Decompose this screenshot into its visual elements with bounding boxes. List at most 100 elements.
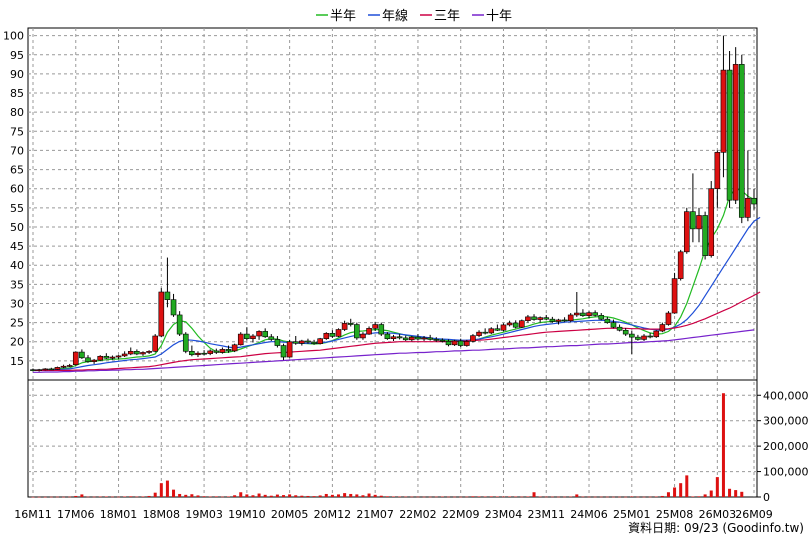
volume-bar <box>709 490 713 497</box>
candle-body <box>598 315 605 320</box>
candle-body <box>531 316 537 320</box>
candle-body <box>671 278 678 314</box>
candle-body <box>335 329 342 337</box>
candle-body <box>305 340 311 343</box>
candle-body <box>628 333 635 338</box>
volume-bar <box>715 477 719 497</box>
candle-body <box>323 333 330 339</box>
ma-line-年線 <box>33 216 761 371</box>
volume-bar <box>275 494 279 497</box>
volume-bar <box>428 496 432 498</box>
candle-body <box>42 368 49 371</box>
candle-body <box>580 312 586 317</box>
price-tick-label: 15 <box>10 355 24 368</box>
volume-bar <box>495 496 499 498</box>
legend-label: 年線 <box>382 8 408 24</box>
candle-body <box>146 351 152 353</box>
volume-bar <box>190 494 194 497</box>
volume-tick-label: 200,000 <box>763 440 808 453</box>
candle-body <box>158 291 165 337</box>
candle-body <box>219 349 226 353</box>
candle-body <box>262 331 268 338</box>
volume-bar <box>288 494 292 497</box>
candle-body <box>738 64 745 218</box>
price-tick-label: 45 <box>10 240 24 253</box>
candle-body <box>372 324 378 329</box>
candle-body <box>189 351 195 356</box>
volume-bar <box>123 496 127 498</box>
volume-bar <box>110 496 114 498</box>
price-tick-label: 40 <box>10 259 24 272</box>
candle-body <box>170 299 177 316</box>
candle-body <box>464 341 470 346</box>
volume-bar <box>410 496 414 498</box>
candle-body <box>457 340 464 346</box>
candle-body <box>616 326 623 331</box>
volume-bar <box>550 496 554 498</box>
volume-bar <box>514 496 518 498</box>
volume-bar <box>300 495 304 497</box>
candle-body <box>195 352 201 356</box>
price-tick-label: 65 <box>10 164 24 177</box>
volume-bar <box>159 483 163 497</box>
candle-body <box>555 319 562 322</box>
volume-bar <box>153 492 157 497</box>
price-tick-label: 50 <box>10 221 24 234</box>
candle-body <box>299 340 305 344</box>
volume-bar <box>196 495 200 497</box>
candle-body <box>726 69 733 201</box>
time-tick-label: 18M08 <box>143 508 181 521</box>
candle-body <box>604 318 611 323</box>
candle-body <box>720 69 727 153</box>
volume-bar <box>446 496 450 498</box>
candle-body <box>109 356 116 359</box>
candle-body <box>292 341 299 344</box>
candle-body <box>415 336 421 340</box>
volume-bar <box>367 493 371 497</box>
volume-bar <box>62 496 66 498</box>
volume-bar <box>630 496 634 497</box>
volume-bar <box>666 492 670 497</box>
candle-body <box>225 349 232 352</box>
price-tick-label: 55 <box>10 202 24 215</box>
volume-bar <box>593 496 597 498</box>
volume-bar <box>379 495 383 497</box>
volume-bar <box>208 496 212 498</box>
candle-body <box>244 333 250 339</box>
candle-body <box>677 251 684 279</box>
candle-body <box>317 338 323 344</box>
candle-body <box>732 64 739 201</box>
price-tick-label: 85 <box>10 87 24 100</box>
candle-body <box>250 335 256 339</box>
volume-bar <box>86 496 90 498</box>
legend-label: 三年 <box>434 9 460 24</box>
time-tick-label: 25M01 <box>613 508 651 521</box>
candle-body <box>347 323 354 325</box>
volume-bar <box>520 496 524 498</box>
volume-bar <box>734 490 738 497</box>
volume-bar <box>532 492 536 497</box>
candle-body <box>537 317 543 320</box>
candle-body <box>586 312 592 317</box>
volume-bar <box>611 496 615 498</box>
volume-bar <box>343 493 347 497</box>
candle-body <box>207 350 213 354</box>
stock-chart: 半年 年線 三年 十年 15 20 25 30 35 40 45 50 55 60 65 70 75 80 85 9… <box>3 8 808 535</box>
volume-bar <box>569 496 573 498</box>
candle-body <box>384 333 391 339</box>
candle-body <box>36 369 42 371</box>
time-tick-label: 22M09 <box>442 508 480 521</box>
volume-bar <box>556 496 560 498</box>
volume-bar <box>330 494 334 497</box>
volume-bar <box>703 494 707 497</box>
candle-body <box>696 215 702 230</box>
volume-bar <box>129 496 133 497</box>
candle-body <box>48 368 55 371</box>
candle-body <box>427 337 433 340</box>
candle-body <box>567 314 574 321</box>
volume-tick-label: 0 <box>763 491 770 504</box>
candle-body <box>482 331 488 334</box>
volume-bar <box>98 496 102 498</box>
volume-bar <box>660 495 664 497</box>
data-date-credit: 資料日期: 09/23 (Goodinfo.tw) <box>628 521 804 535</box>
